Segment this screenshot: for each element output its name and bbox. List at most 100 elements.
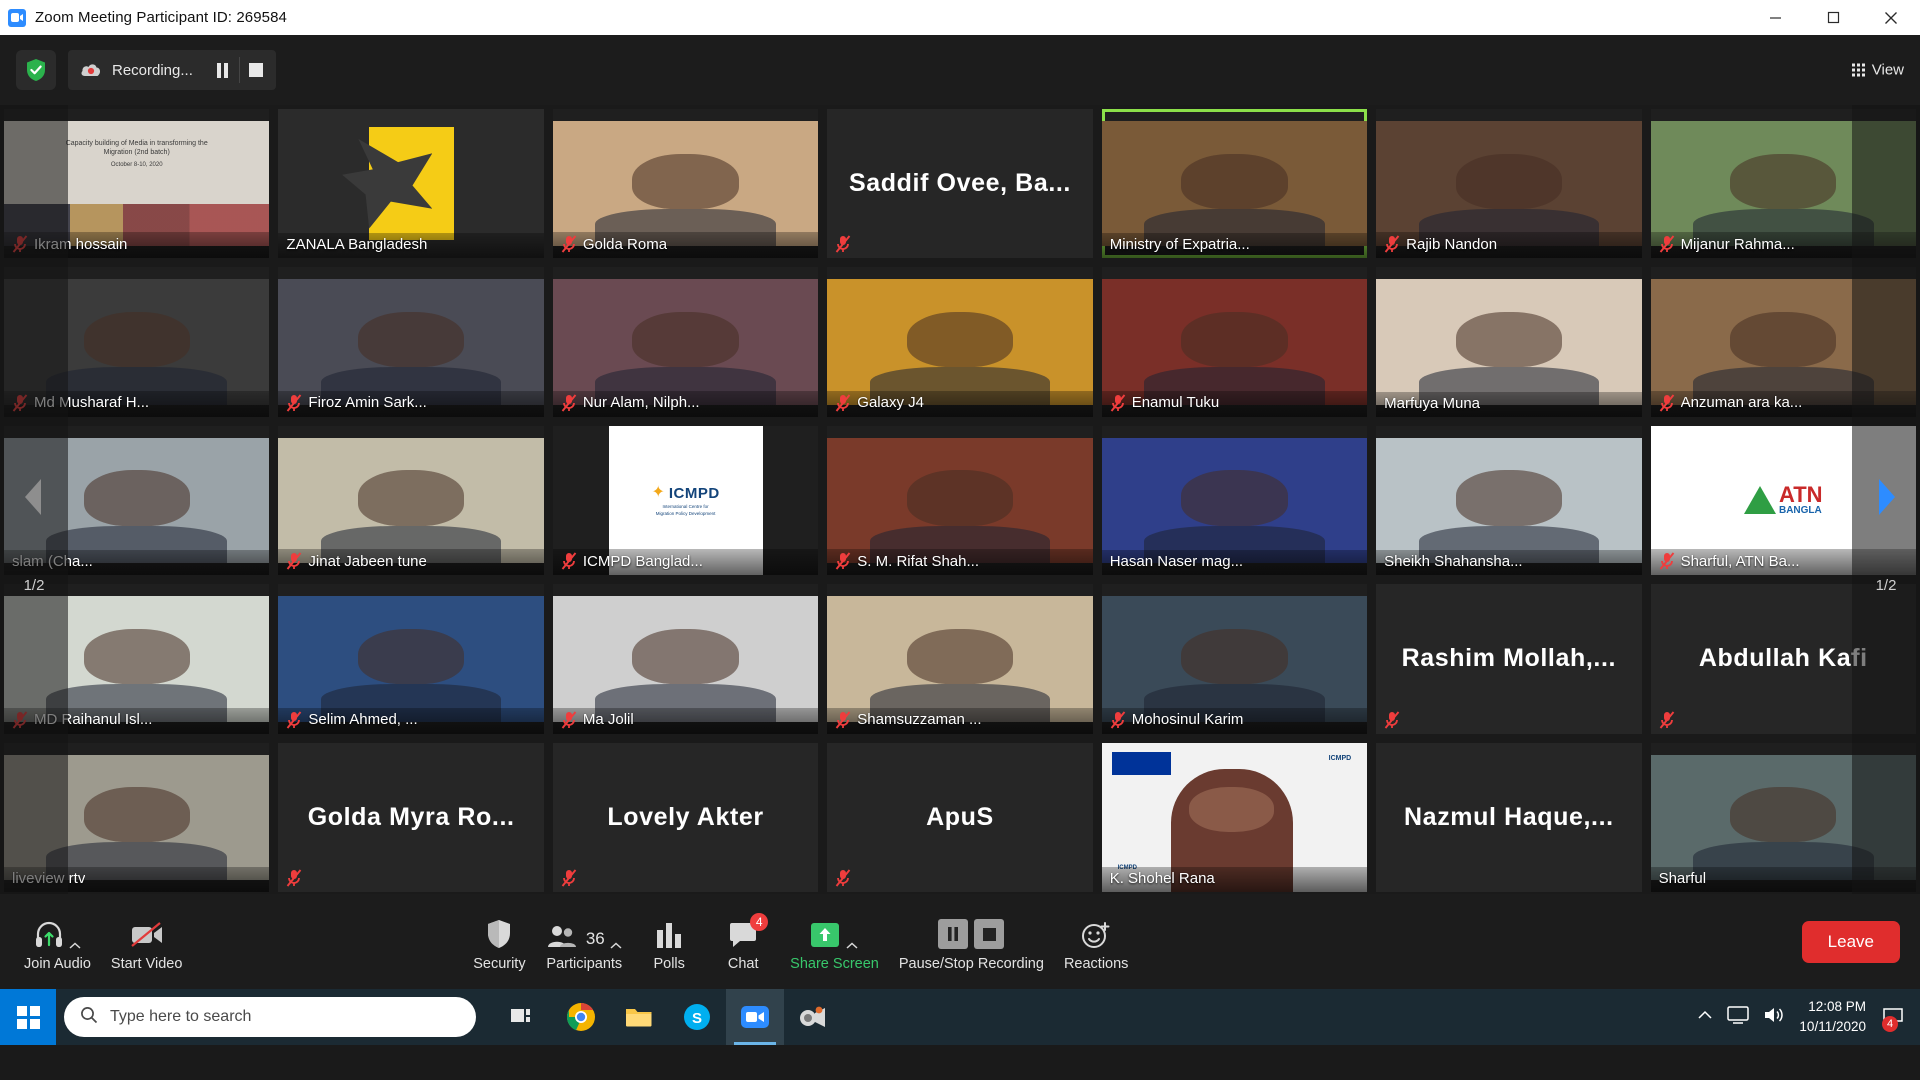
participants-caret-icon[interactable]	[610, 937, 622, 949]
participant-tile[interactable]: Nur Alam, Nilph...	[552, 267, 819, 417]
audio-options-caret-icon[interactable]	[69, 937, 81, 949]
pause-recording-button[interactable]	[207, 50, 239, 90]
security-button[interactable]: Security	[462, 911, 536, 972]
maximize-button[interactable]	[1804, 0, 1862, 35]
share-screen-button[interactable]: Share Screen	[780, 911, 889, 972]
mic-muted-icon	[561, 394, 577, 412]
notification-center-button[interactable]: 4	[1880, 1004, 1906, 1032]
participant-tile[interactable]: S. M. Rifat Shah...	[827, 425, 1093, 576]
participant-name-bar: Mohosinul Karim	[1101, 707, 1368, 734]
participant-tile[interactable]: Firoz Amin Sark...	[278, 267, 544, 417]
participant-name: Firoz Amin Sark...	[308, 394, 427, 412]
participant-tile[interactable]: ✦ ICMPD International Centre for Migration …	[552, 425, 819, 576]
participant-tile[interactable]: Mohosinul Karim	[1101, 584, 1368, 734]
clock-date: 10/11/2020	[1799, 1019, 1866, 1034]
polls-button[interactable]: Polls	[632, 911, 706, 972]
mic-muted-icon	[1110, 394, 1126, 412]
participant-name: Ma Jolil	[582, 711, 634, 729]
participant-tile[interactable]: Golda Roma	[552, 109, 819, 259]
task-view-icon[interactable]	[494, 989, 552, 1045]
mic-muted-icon	[1659, 394, 1675, 412]
participant-tile[interactable]: Ministry of Expatria...	[1101, 109, 1368, 259]
mic-muted-icon	[835, 235, 851, 253]
view-button[interactable]: View	[1851, 62, 1904, 79]
close-button[interactable]	[1862, 0, 1920, 35]
participant-tile[interactable]: Shamsuzzaman ...	[827, 584, 1093, 734]
chat-unread-badge: 4	[750, 913, 769, 931]
mic-muted-icon	[835, 394, 851, 412]
participant-tile[interactable]: Golda Myra Ro...	[278, 742, 544, 892]
stop-icon[interactable]	[974, 919, 1005, 949]
window-controls	[1746, 0, 1920, 35]
start-video-button[interactable]: Start Video	[101, 911, 192, 972]
participants-button[interactable]: 36 Participants	[536, 911, 632, 972]
participant-name: Jinat Jabeen tune	[308, 552, 427, 570]
join-audio-label: Join Audio	[24, 956, 91, 972]
participant-tile[interactable]: ApuS	[827, 742, 1093, 892]
participant-tile[interactable]: Selim Ahmed, ...	[278, 584, 544, 734]
participant-name-bar: Ministry of Expatria...	[1101, 233, 1368, 259]
participant-tile[interactable]: Rajib Nandon	[1376, 109, 1642, 259]
search-input[interactable]: Type here to search	[64, 997, 476, 1037]
chevron-up-icon[interactable]	[1697, 1008, 1713, 1026]
stop-recording-button[interactable]	[240, 50, 272, 90]
security-label: Security	[473, 956, 526, 972]
pause-icon[interactable]	[938, 919, 969, 949]
join-audio-button[interactable]: Join Audio	[14, 911, 101, 972]
participant-tile[interactable]: Sheikh Shahansha...	[1376, 425, 1642, 576]
icmpd-title: ICMPD	[668, 484, 720, 502]
minimize-button[interactable]	[1746, 0, 1804, 35]
participant-tile[interactable]: Hasan Naser mag...	[1101, 425, 1368, 576]
next-page-button[interactable]: 1/2	[1852, 105, 1920, 894]
speaker-icon[interactable]	[1763, 1006, 1785, 1029]
start-button[interactable]	[0, 989, 56, 1045]
chrome-icon[interactable]	[552, 989, 610, 1045]
mic-muted-icon	[286, 394, 302, 412]
icmpd-subtitle-1: International Centre for	[662, 503, 709, 509]
participant-tile[interactable]: Galaxy J4	[827, 267, 1093, 417]
participant-tile[interactable]: ICMPDICMPDK. Shohel Rana	[1101, 742, 1368, 892]
participant-name-bar: Shamsuzzaman ...	[827, 707, 1093, 734]
clock[interactable]: 12:08 PM 10/11/2020	[1799, 997, 1866, 1036]
skype-icon[interactable]: S	[668, 989, 726, 1045]
participant-tile[interactable]: ZANALA Bangladesh	[278, 109, 544, 259]
participants-label: Participants	[546, 956, 623, 972]
leave-button[interactable]: Leave	[1801, 920, 1900, 963]
previous-page-button[interactable]: 1/2	[0, 105, 68, 894]
participant-name-bar: Firoz Amin Sark...	[278, 390, 544, 417]
participant-tile[interactable]: Rashim Mollah,...	[1376, 584, 1642, 734]
polls-label: Polls	[653, 956, 685, 972]
participant-name: Enamul Tuku	[1131, 394, 1220, 412]
participant-name-bar: S. M. Rifat Shah...	[827, 549, 1093, 576]
participant-name-bar	[1376, 708, 1641, 734]
participant-name-bar: Sheikh Shahansha...	[1376, 550, 1642, 576]
windows-taskbar: Type here to search S 12:08 PM 10/11/202…	[0, 989, 1920, 1045]
zoom-icon[interactable]	[726, 989, 784, 1045]
participant-display-name: Golda Myra Ro...	[307, 802, 515, 831]
participant-tile[interactable]: Marfuya Muna	[1376, 267, 1642, 417]
recording-indicator: Recording...	[68, 50, 276, 90]
participant-tile[interactable]: Lovely Akter	[552, 742, 819, 892]
participant-tile[interactable]: Saddif Ovee, Ba...	[827, 109, 1093, 259]
participant-name: Shamsuzzaman ...	[857, 711, 982, 729]
camtasia-icon[interactable]	[784, 989, 842, 1045]
reactions-button[interactable]: Reactions	[1054, 911, 1138, 972]
share-options-caret-icon[interactable]	[846, 937, 858, 949]
clock-time: 12:08 PM	[1808, 999, 1866, 1015]
participant-name-bar: Golda Roma	[552, 232, 819, 259]
share-screen-label: Share Screen	[790, 956, 879, 972]
pause-stop-recording-button[interactable]: Pause/Stop Recording	[889, 911, 1054, 972]
participant-name-bar: Nur Alam, Nilph...	[552, 390, 819, 417]
chat-button[interactable]: 4 Chat	[706, 911, 780, 972]
participant-tile[interactable]: Enamul Tuku	[1101, 267, 1368, 417]
participant-name: Rajib Nandon	[1406, 235, 1498, 253]
participant-name-bar	[278, 866, 543, 892]
participant-tile[interactable]: Jinat Jabeen tune	[278, 425, 544, 576]
share-arrow-icon	[811, 915, 858, 949]
explorer-icon[interactable]	[610, 989, 668, 1045]
monitor-icon[interactable]	[1727, 1005, 1750, 1029]
shield-check-icon[interactable]	[16, 50, 56, 90]
participant-tile[interactable]: Ma Jolil	[552, 584, 819, 734]
participants-count: 36	[585, 929, 605, 948]
participant-tile[interactable]: Nazmul Haque,...	[1376, 742, 1642, 892]
